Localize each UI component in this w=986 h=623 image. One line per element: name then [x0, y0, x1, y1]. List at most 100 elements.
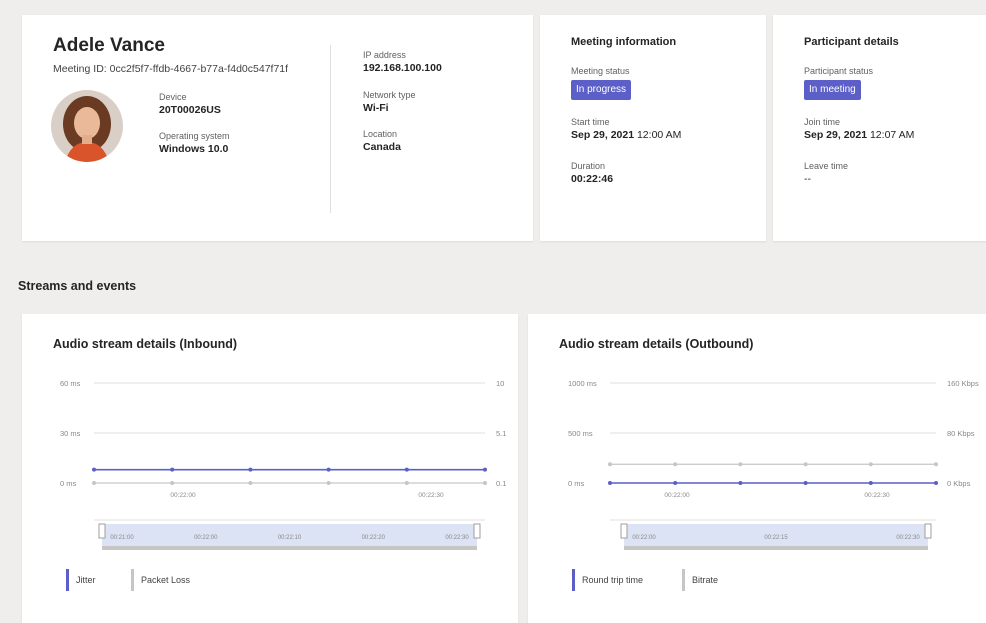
meeting-status-badge: In progress: [571, 80, 632, 100]
series-point-0: [673, 481, 678, 485]
join-clock: 12:07 AM: [869, 129, 915, 141]
y2-axis-tick-label: 0 Kbps: [947, 479, 971, 488]
legend-packet-loss-label: Packet Loss: [141, 575, 191, 585]
join-date: Sep 29, 2021: [804, 129, 868, 141]
join-time-value: Sep 29, 2021 12:07 AM: [804, 128, 914, 142]
brush-handle: [924, 523, 932, 539]
outbound-chart-card: Audio stream details (Outbound) 1000 ms 5…: [528, 314, 986, 623]
participant-status-field: Participant status In meeting: [804, 65, 873, 100]
y2-axis-tick-label: 160 Kbps: [947, 379, 979, 388]
outbound-chart: 1000 ms 500 ms 0 ms 160 Kbps 80 Kbps 0 Kbps 00…: [568, 379, 979, 550]
user-name: Adele Vance: [53, 35, 165, 56]
meeting-info-card: Meeting information Meeting status In pr…: [540, 15, 766, 241]
legend-packet-loss[interactable]: Packet Loss: [131, 569, 190, 591]
series-point-0: [483, 467, 487, 472]
leave-time-label: Leave time: [804, 161, 849, 171]
y2-axis-tick-label: 80 Kbps: [947, 429, 975, 438]
series-point-0: [738, 481, 743, 485]
brush-tick-label: 00:22:30: [445, 535, 469, 541]
user-card: Adele Vance Meeting ID: 0cc2f5f7-ffdb-46…: [22, 15, 533, 241]
series-point-1: [803, 462, 808, 467]
series-point-0: [404, 467, 409, 472]
series-point-0: [803, 481, 808, 485]
start-date: Sep 29, 2021: [571, 129, 635, 141]
legend-round-trip-time[interactable]: Round trip time: [572, 569, 643, 591]
y2-axis-tick-label: 0.1: [496, 479, 506, 488]
legend-bitrate-label: Bitrate: [692, 575, 719, 585]
series-point-1: [404, 481, 409, 485]
start-time-field: Start time Sep 29, 2021 12:00 AM: [571, 116, 681, 142]
streams-section-title: Streams and events: [18, 279, 137, 293]
avatar: [51, 90, 123, 162]
avatar-image: [51, 90, 123, 162]
meeting-id: Meeting ID: 0cc2f5f7-ffdb-4667-b77a-f4d0…: [53, 63, 289, 75]
os-field: Operating system Windows 10.0: [159, 130, 230, 156]
x-axis-tick-label: 00:22:00: [170, 492, 196, 499]
network-value: Wi-Fi: [363, 102, 389, 114]
brush-tick-label: 00:22:00: [194, 535, 218, 541]
start-clock: 12:00 AM: [636, 129, 682, 141]
series-point-1: [738, 462, 743, 467]
device-label: Device: [159, 92, 187, 102]
brush-tick-label: 00:22:00: [632, 535, 656, 541]
y-axis-tick-label: 0 ms: [568, 479, 585, 488]
leave-time-value: --: [804, 173, 811, 185]
join-time-label: Join time: [804, 117, 841, 127]
y-axis-tick-label: 500 ms: [568, 429, 593, 438]
x-axis-tick-label: 00:22:30: [418, 492, 444, 499]
series-point-0: [934, 481, 938, 485]
x-axis-tick-label: 00:22:00: [664, 492, 690, 499]
os-label: Operating system: [159, 131, 230, 141]
y2-axis-tick-label: 5.1: [496, 429, 506, 438]
location-label: Location: [363, 129, 398, 139]
brush-tick-label: 00:22:10: [278, 535, 302, 541]
legend-jitter[interactable]: Jitter: [66, 569, 96, 591]
start-time-value: Sep 29, 2021 12:00 AM: [571, 128, 681, 142]
meeting-info-title: Meeting information: [571, 36, 677, 48]
ip-field: IP address 192.168.100.100: [363, 49, 442, 75]
y2-axis-tick-label: 10: [496, 379, 504, 388]
participant-details-card: Participant details Participant status I…: [773, 15, 986, 241]
x-axis-tick-label: 00:22:30: [864, 492, 890, 499]
divider: [330, 45, 331, 213]
location-field: Location Canada: [363, 128, 401, 154]
legend-packet-loss-swatch: [131, 569, 134, 591]
leave-time-field: Leave time --: [804, 160, 848, 186]
brush-handle: [620, 523, 628, 539]
y-axis-tick-label: 30 ms: [60, 429, 81, 438]
network-label: Network type: [363, 90, 416, 100]
duration-field: Duration 00:22:46: [571, 160, 613, 186]
legend-round-trip-time-label: Round trip time: [582, 575, 644, 585]
device-value: 20T00026US: [159, 104, 221, 116]
os-value: Windows 10.0: [159, 143, 229, 155]
participant-status-badge: In meeting: [804, 80, 861, 100]
meeting-status-label: Meeting status: [571, 66, 630, 76]
location-value: Canada: [363, 141, 401, 153]
legend-bitrate[interactable]: Bitrate: [682, 569, 718, 591]
series-point-1: [673, 462, 678, 467]
ip-value: 192.168.100.100: [363, 62, 442, 74]
series-point-1: [248, 481, 253, 485]
participant-status-label: Participant status: [804, 66, 874, 76]
brush-scrollbar: [624, 546, 928, 550]
brush-handle: [98, 523, 106, 539]
start-time-label: Start time: [571, 117, 610, 127]
brush-tick-label: 00:22:20: [362, 535, 386, 541]
ip-label: IP address: [363, 50, 406, 60]
series-point-1: [483, 481, 487, 485]
legend-jitter-label: Jitter: [76, 575, 96, 585]
series-point-1: [326, 481, 331, 485]
series-point-1: [170, 481, 175, 485]
legend-round-trip-time-swatch: [572, 569, 575, 591]
inbound-chart-card: Audio stream details (Inbound) 60 ms 30 m…: [22, 314, 518, 623]
participant-details-title: Participant details: [804, 36, 899, 48]
series-point-0: [248, 467, 253, 472]
series-point-1: [868, 462, 873, 467]
series-point-0: [326, 467, 331, 472]
series-point-1: [92, 481, 96, 485]
brush-scrollbar: [102, 546, 477, 550]
join-time-field: Join time Sep 29, 2021 12:07 AM: [804, 116, 914, 142]
brush-tick-label: 00:21:00: [110, 535, 134, 541]
brush-handle: [473, 523, 481, 539]
legend-bitrate-swatch: [682, 569, 685, 591]
